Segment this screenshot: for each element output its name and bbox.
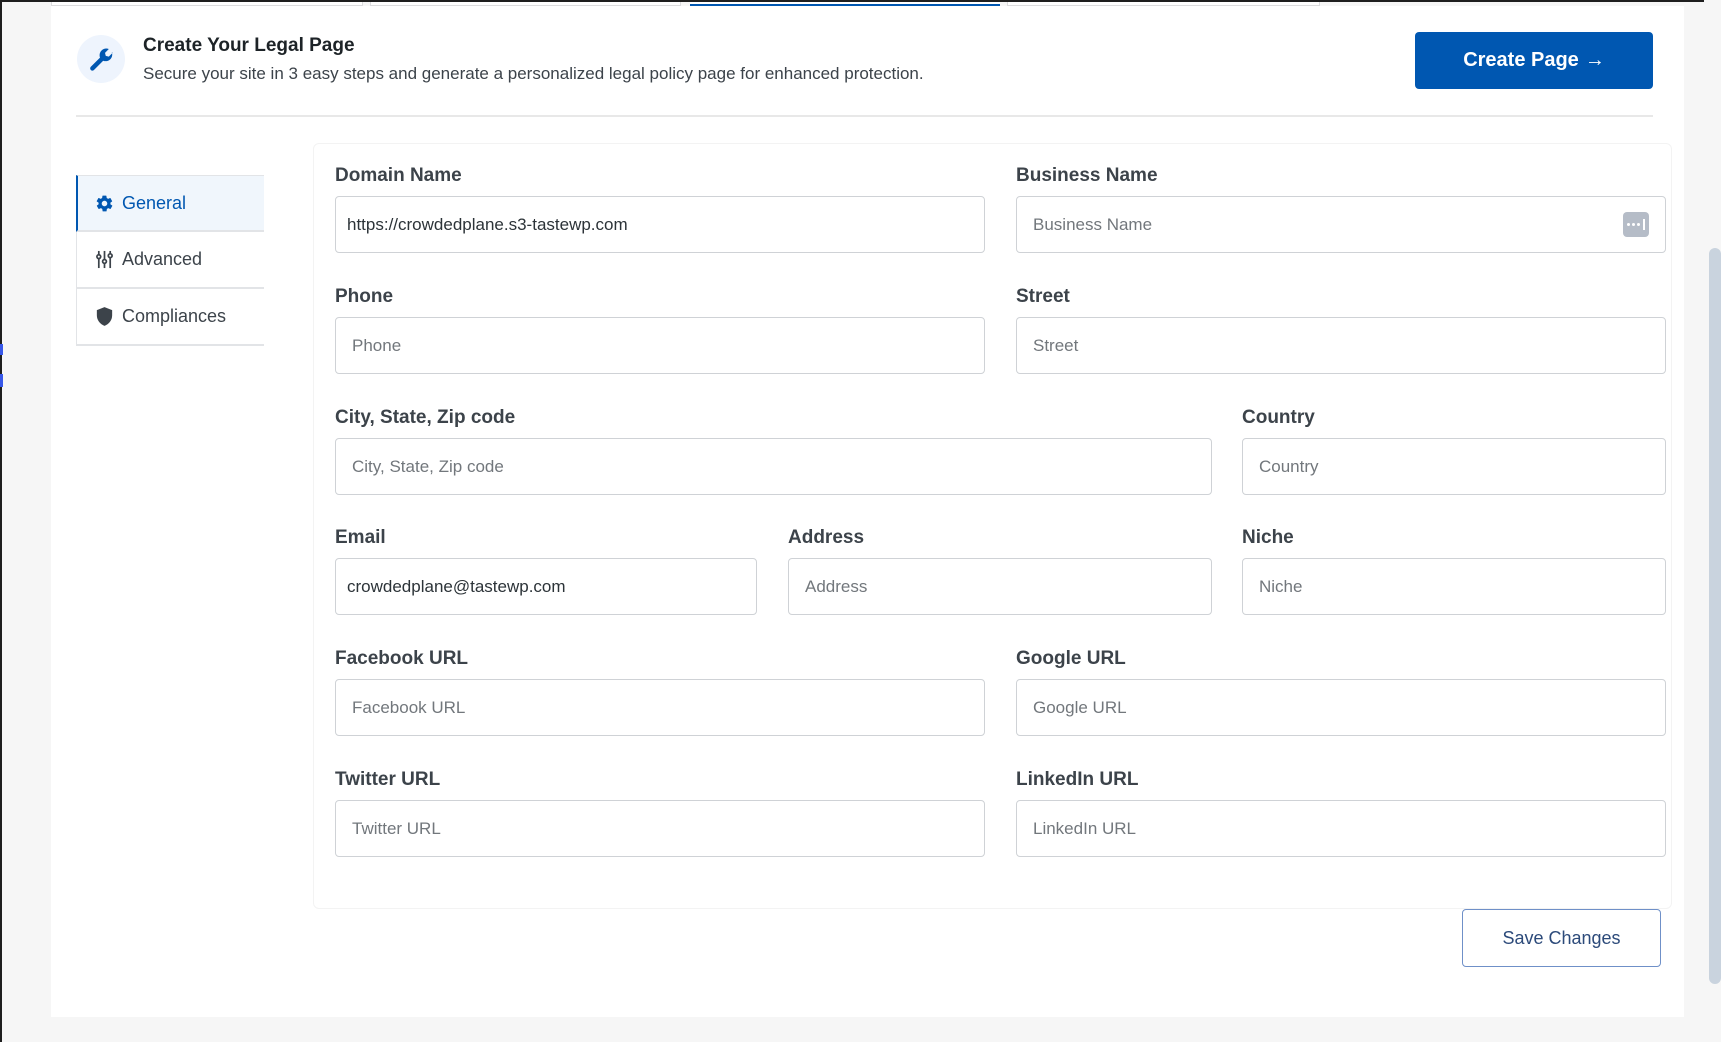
sliders-icon [94, 250, 114, 270]
shield-icon [94, 307, 114, 327]
twitter-url-label: Twitter URL [335, 769, 441, 790]
city-state-zip-field: City, State, Zip code [335, 407, 1212, 495]
top-tab-3-active[interactable] [690, 2, 1000, 6]
facebook-url-input[interactable] [335, 679, 985, 736]
twitter-url-field: Twitter URL [335, 769, 985, 857]
sidebar-item-compliances[interactable]: Compliances [76, 289, 264, 346]
country-field: Country [1242, 407, 1666, 495]
top-tab-2[interactable] [370, 2, 681, 6]
domain-name-label: Domain Name [335, 165, 462, 186]
phone-input[interactable] [335, 317, 985, 374]
email-field: Email [335, 527, 757, 615]
linkedin-url-label: LinkedIn URL [1016, 769, 1139, 790]
save-changes-button[interactable]: Save Changes [1462, 909, 1661, 967]
city-state-zip-input[interactable] [335, 438, 1212, 495]
header-divider [76, 115, 1653, 117]
google-url-field: Google URL [1016, 648, 1666, 736]
wrench-icon [77, 35, 125, 83]
email-input[interactable] [335, 558, 757, 615]
sidebar-item-general[interactable]: General [76, 175, 264, 232]
country-input[interactable] [1242, 438, 1666, 495]
google-url-input[interactable] [1016, 679, 1666, 736]
settings-sidebar: General Advanced Compliances [76, 175, 264, 346]
sidebar-item-label: Advanced [122, 249, 203, 269]
scrollbar-thumb[interactable] [1709, 248, 1721, 984]
password-manager-icon[interactable] [1623, 212, 1649, 237]
top-tab-4[interactable] [1007, 2, 1320, 6]
city-state-zip-label: City, State, Zip code [335, 407, 516, 428]
business-name-field: Business Name [1016, 165, 1666, 253]
sidebar-item-label: General [122, 192, 187, 213]
top-tab-1[interactable] [51, 2, 363, 6]
create-page-button[interactable]: Create Page → [1415, 32, 1653, 89]
business-name-label: Business Name [1016, 165, 1158, 186]
phone-label: Phone [335, 286, 394, 307]
admin-menu-indicator [0, 344, 3, 355]
sidebar-item-label: Compliances [122, 306, 227, 326]
country-label: Country [1242, 407, 1315, 428]
linkedin-url-field: LinkedIn URL [1016, 769, 1666, 857]
niche-label: Niche [1242, 527, 1294, 548]
email-label: Email [335, 527, 386, 548]
street-input[interactable] [1016, 317, 1666, 374]
street-label: Street [1016, 286, 1070, 307]
street-field: Street [1016, 286, 1666, 374]
domain-name-field: Domain Name [335, 165, 985, 253]
twitter-url-input[interactable] [335, 800, 985, 857]
phone-field: Phone [335, 286, 985, 374]
gear-icon [94, 193, 114, 213]
sidebar-item-advanced[interactable]: Advanced [76, 232, 264, 289]
arrow-right-icon: → [1584, 49, 1605, 71]
facebook-url-field: Facebook URL [335, 648, 985, 736]
facebook-url-label: Facebook URL [335, 648, 469, 669]
admin-menu-indicator [0, 374, 3, 387]
page-title: Create Your Legal Page [143, 35, 355, 56]
linkedin-url-input[interactable] [1016, 800, 1666, 857]
business-name-input[interactable] [1016, 196, 1666, 253]
address-label: Address [788, 527, 865, 548]
niche-field: Niche [1242, 527, 1666, 615]
left-window-edge [0, 0, 2, 1042]
domain-name-input[interactable] [335, 196, 985, 253]
google-url-label: Google URL [1016, 648, 1126, 669]
address-input[interactable] [788, 558, 1212, 615]
create-page-label: Create Page [1463, 49, 1579, 71]
niche-input[interactable] [1242, 558, 1666, 615]
address-field: Address [788, 527, 1212, 615]
page-subtitle: Secure your site in 3 easy steps and gen… [143, 64, 924, 83]
